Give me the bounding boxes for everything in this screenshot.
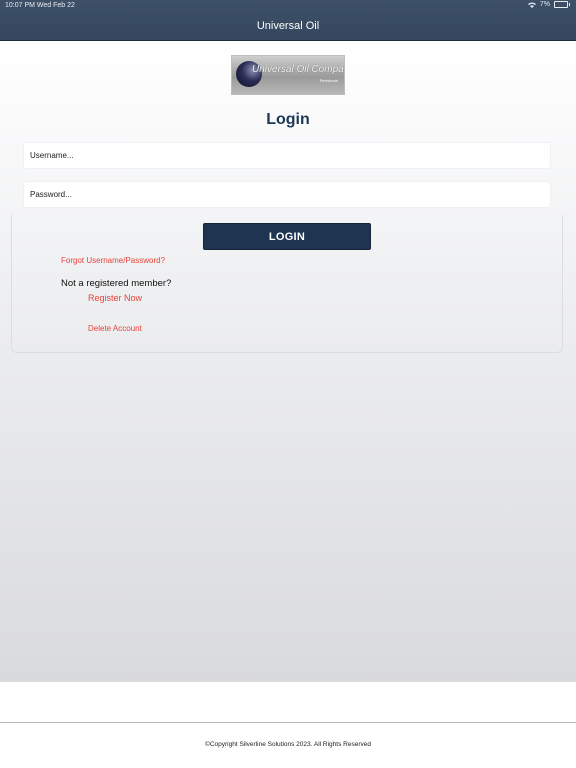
app-header: 10:07 PM Wed Feb 22 7% Universal Oil <box>0 0 576 41</box>
wifi-icon <box>527 2 536 8</box>
not-registered-text: Not a registered member? <box>61 278 172 289</box>
logo-name: Universal Oil Company <box>252 64 345 75</box>
company-logo: Universal Oil Company Petroleum <box>231 55 345 95</box>
login-heading: Login <box>266 111 310 128</box>
login-button[interactable]: LOGIN <box>203 223 371 250</box>
status-indicators: 7% <box>527 1 570 8</box>
page-title: Universal Oil <box>256 20 320 32</box>
status-time: 10:07 PM Wed Feb 22 <box>5 2 75 9</box>
copyright-text: ©Copyright Silverline Solutions 2023. Al… <box>205 741 371 748</box>
battery-percent: 7% <box>539 1 550 8</box>
battery-icon <box>554 1 570 8</box>
logo-tagline: Petroleum <box>319 78 338 83</box>
login-page: Universal Oil Company Petroleum Login LO… <box>0 41 576 682</box>
delete-account-link[interactable]: Delete Account <box>88 324 142 333</box>
username-input[interactable] <box>23 142 551 169</box>
password-input[interactable] <box>23 181 551 208</box>
footer-divider <box>0 722 576 723</box>
register-now-link[interactable]: Register Now <box>88 293 142 303</box>
forgot-credentials-link[interactable]: Forgot Username/Password? <box>61 256 165 265</box>
